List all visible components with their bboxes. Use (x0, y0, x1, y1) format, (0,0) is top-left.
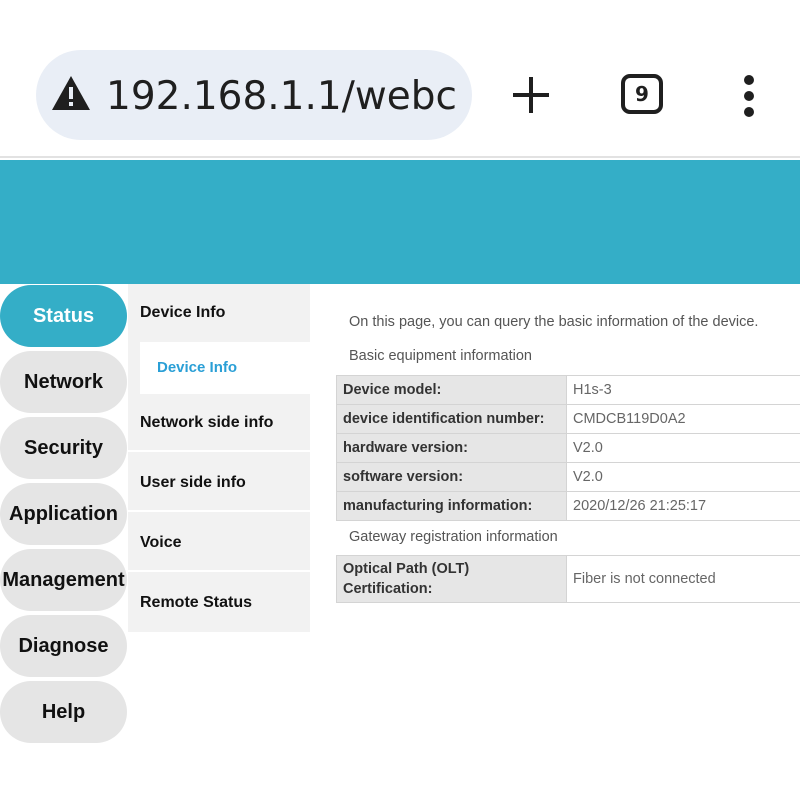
warning-icon[interactable] (50, 74, 92, 112)
row-value: Fiber is not connected (566, 555, 800, 603)
nav-management[interactable]: Management (0, 549, 127, 611)
submenu-voice[interactable]: Voice (128, 514, 310, 572)
nav-application[interactable]: Application (0, 483, 127, 545)
gateway-info-table: Optical Path (OLT) Certification: Fiber i… (336, 555, 800, 603)
row-value: V2.0 (566, 462, 800, 492)
submenu-user-side-info[interactable]: User side info (128, 454, 310, 512)
nav-diagnose[interactable]: Diagnose (0, 615, 127, 677)
browser-toolbar: 192.168.1.1/webcm 9 (0, 0, 800, 158)
row-key: device identification number: (336, 404, 567, 434)
row-value: H1s-3 (566, 375, 800, 405)
nav-security[interactable]: Security (0, 417, 127, 479)
nav-help[interactable]: Help (0, 681, 127, 743)
table-row: manufacturing information: 2020/12/26 21… (336, 491, 800, 521)
tab-switcher-button[interactable]: 9 (621, 74, 663, 114)
more-menu-icon[interactable] (738, 74, 760, 118)
row-key: Device model: (336, 375, 567, 405)
submenu-device-info[interactable]: Device Info (128, 284, 310, 342)
new-tab-plus-icon[interactable] (511, 75, 551, 115)
row-key: software version: (336, 462, 567, 492)
submenu-remote-status[interactable]: Remote Status (128, 574, 310, 632)
basic-info-title: Basic equipment information (349, 348, 532, 364)
table-row: Device model: H1s-3 (336, 375, 800, 405)
basic-info-table: Device model: H1s-3 device identificatio… (336, 375, 800, 521)
row-key: Optical Path (OLT) Certification: (336, 555, 567, 603)
table-row: Optical Path (OLT) Certification: Fiber i… (336, 555, 800, 603)
table-row: hardware version: V2.0 (336, 433, 800, 463)
url-text[interactable]: 192.168.1.1/webcm (106, 70, 456, 124)
page-intro: On this page, you can query the basic in… (349, 314, 759, 330)
header-banner (0, 160, 800, 284)
submenu-network-side-info[interactable]: Network side info (128, 394, 310, 452)
row-value: 2020/12/26 21:25:17 (566, 491, 800, 521)
nav-status[interactable]: Status (0, 285, 127, 347)
table-row: device identification number: CMDCB119D0… (336, 404, 800, 434)
row-value: CMDCB119D0A2 (566, 404, 800, 434)
table-row: software version: V2.0 (336, 462, 800, 492)
nav-network[interactable]: Network (0, 351, 127, 413)
row-key: manufacturing information: (336, 491, 567, 521)
gateway-info-title: Gateway registration information (349, 529, 558, 545)
submenu-device-info-child[interactable]: Device Info (140, 342, 310, 394)
row-key: hardware version: (336, 433, 567, 463)
row-value: V2.0 (566, 433, 800, 463)
sub-menu: Device Info Device Info Network side inf… (128, 284, 310, 632)
